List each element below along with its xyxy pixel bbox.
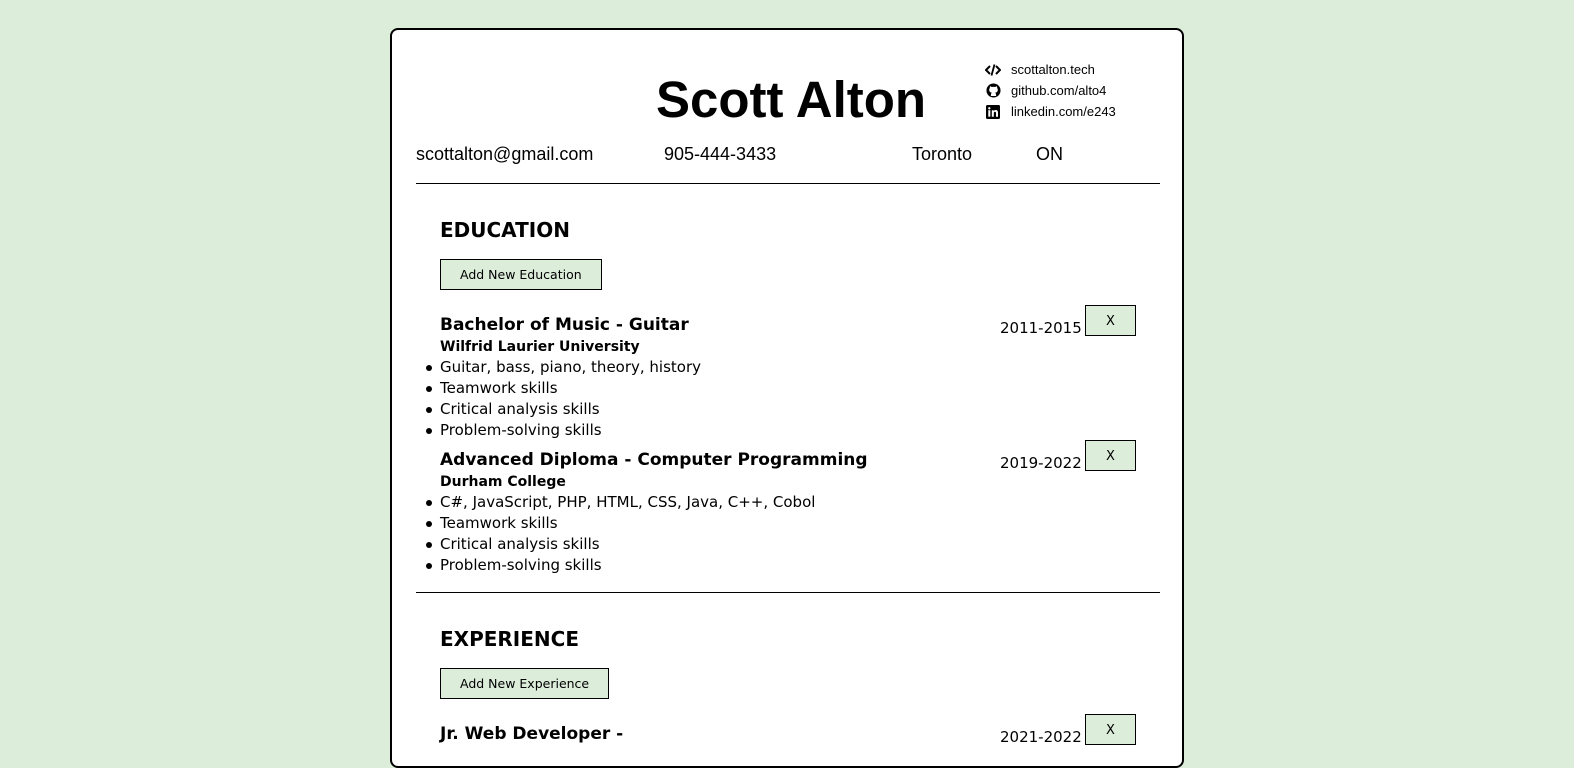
github-link-text: github.com/alto4	[1011, 83, 1107, 98]
github-icon	[985, 83, 1001, 99]
remove-education-button[interactable]: X	[1085, 305, 1136, 336]
github-link[interactable]: github.com/alto4	[985, 80, 1116, 101]
list-item: Critical analysis skills	[426, 399, 1140, 420]
bullet-list: Guitar, bass, piano, theory, history Tea…	[426, 357, 1140, 441]
remove-experience-button[interactable]: X	[1085, 714, 1136, 745]
website-link-text: scottalton.tech	[1011, 62, 1095, 77]
email-text: scottalton@gmail.com	[416, 144, 594, 164]
list-item: Critical analysis skills	[426, 534, 1140, 555]
city-text: Toronto	[912, 144, 973, 164]
code-icon	[985, 62, 1001, 78]
experience-heading: EXPERIENCE	[440, 627, 579, 651]
experience-dates: 2021-2022	[1000, 728, 1082, 746]
list-item: Guitar, bass, piano, theory, history	[426, 357, 1140, 378]
school-name: Durham College	[440, 474, 566, 490]
education-dates: 2019-2022	[1000, 454, 1082, 472]
list-item: Teamwork skills	[426, 513, 1140, 534]
linkedin-link-text: linkedin.com/e243	[1011, 104, 1116, 119]
list-item: Teamwork skills	[426, 378, 1140, 399]
add-education-button[interactable]: Add New Education	[440, 259, 602, 290]
linkedin-link[interactable]: linkedin.com/e243	[985, 101, 1116, 122]
province-text: ON	[1036, 144, 1063, 164]
bullet-list: C#, JavaScript, PHP, HTML, CSS, Java, C+…	[426, 492, 1140, 576]
contact-row: scottalton@gmail.com 905-444-3433 Toront…	[392, 144, 1182, 168]
links-list: scottalton.tech github.com/alto4 linkedi…	[985, 59, 1116, 122]
education-divider	[416, 592, 1160, 593]
list-item: Problem-solving skills	[426, 555, 1140, 576]
linkedin-icon	[985, 104, 1001, 120]
education-dates: 2011-2015	[1000, 319, 1082, 337]
remove-education-button[interactable]: X	[1085, 440, 1136, 471]
add-experience-button[interactable]: Add New Experience	[440, 668, 610, 699]
resume-card: Scott Alton scottalton.tech github.com/a…	[390, 28, 1184, 768]
school-name: Wilfrid Laurier University	[440, 339, 640, 355]
header-divider	[416, 183, 1160, 184]
education-heading: EDUCATION	[440, 218, 570, 242]
resume-name: Scott Alton	[656, 71, 927, 128]
list-item: Problem-solving skills	[426, 420, 1140, 441]
phone-text: 905-444-3433	[664, 144, 777, 164]
website-link[interactable]: scottalton.tech	[985, 59, 1116, 80]
list-item: C#, JavaScript, PHP, HTML, CSS, Java, C+…	[426, 492, 1140, 513]
